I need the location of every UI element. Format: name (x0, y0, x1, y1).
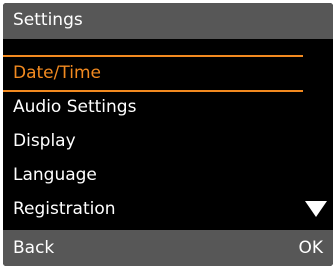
down-triangle-icon (305, 201, 327, 217)
menu-item-date-time[interactable]: Date/Time (3, 56, 333, 90)
title-bar: Settings (3, 3, 333, 39)
display-panel: Settings Date/Time Audio Settings Displa… (3, 3, 333, 266)
softkey-bar: Back OK (3, 230, 333, 266)
settings-menu: Date/Time Audio Settings Display Languag… (3, 39, 333, 229)
ok-button[interactable]: OK (298, 237, 323, 259)
page-title: Settings (13, 10, 83, 30)
menu-item-display[interactable]: Display (3, 124, 333, 158)
menu-item-registration[interactable]: Registration (3, 192, 333, 226)
phone-screen: Settings Date/Time Audio Settings Displa… (0, 0, 336, 269)
menu-item-language[interactable]: Language (3, 158, 333, 192)
back-button[interactable]: Back (13, 237, 54, 259)
menu-item-audio-settings[interactable]: Audio Settings (3, 90, 333, 124)
